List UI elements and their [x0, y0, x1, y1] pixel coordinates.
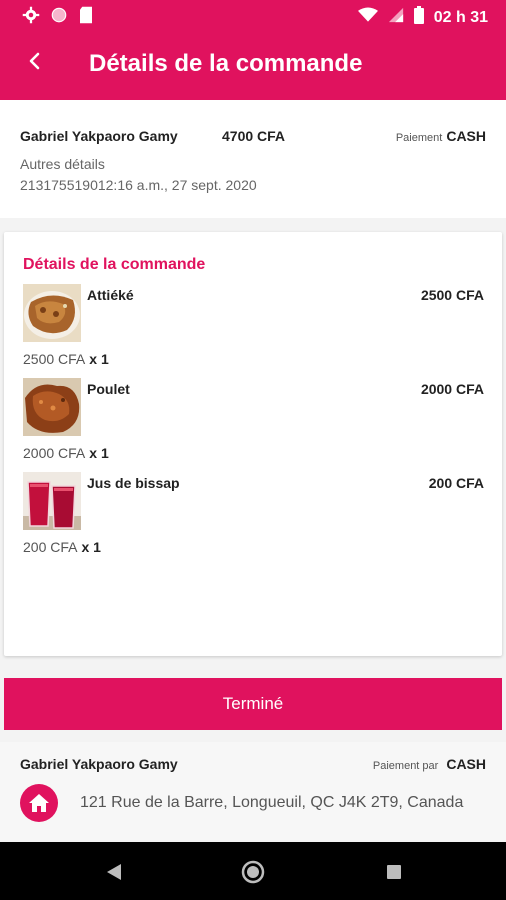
item-qty: x 1 — [89, 351, 109, 367]
item-quantity: 2500 CFA x 1 — [23, 351, 109, 367]
order-id-date: 213175519012:16 a.m., 27 sept. 2020 — [20, 177, 257, 193]
home-icon — [20, 784, 58, 822]
item-unit-price: 2000 CFA — [23, 445, 86, 461]
item-price: 200 CFA — [428, 475, 484, 491]
nav-recents-icon[interactable] — [382, 860, 406, 884]
delivery-info: Gabriel Yakpaoro Gamy Paiement par CASH 1… — [0, 742, 506, 840]
status-bar: 02 h 31 — [0, 0, 506, 30]
wifi-icon — [357, 7, 378, 28]
item-name: Jus de bissap — [87, 475, 180, 491]
item-quantity: 2000 CFA x 1 — [23, 445, 109, 461]
gear-icon — [22, 6, 40, 29]
circle-icon — [50, 6, 68, 29]
signal-icon — [388, 7, 404, 28]
item-name: Attiéké — [87, 287, 134, 303]
list-item: Poulet 2000 CFA 2000 CFA x 1 — [4, 378, 502, 472]
payment-label: Paiement — [395, 132, 443, 144]
item-qty: x 1 — [89, 445, 109, 461]
list-item: Attiéké 2500 CFA 2500 CFA x 1 — [4, 284, 502, 378]
delivery-address: 121 Rue de la Barre, Longueuil, QC J4K 2… — [80, 794, 464, 811]
bissap-image — [23, 472, 81, 530]
delivery-payment: Paiement par CASH — [373, 756, 486, 772]
order-total: 4700 CFA — [222, 128, 286, 144]
status-time: 02 h 31 — [433, 8, 488, 26]
item-qty: x 1 — [81, 539, 101, 555]
attieke-image — [23, 284, 81, 342]
other-details-label: Autres détails — [20, 156, 105, 172]
delivery-payment-value: CASH — [446, 756, 486, 772]
order-summary: Gabriel Yakpaoro Gamy 4700 CFA Paiement C… — [0, 100, 506, 218]
nav-back-icon[interactable] — [102, 860, 126, 884]
done-button[interactable]: Terminé — [4, 678, 502, 730]
item-price: 2500 CFA — [420, 287, 484, 303]
item-name: Poulet — [87, 381, 130, 397]
list-item: Jus de bissap 200 CFA 200 CFA x 1 — [4, 472, 502, 566]
poulet-image — [23, 378, 81, 436]
payment-method: Paiement CASH — [396, 128, 486, 144]
section-title: Détails de la commande — [23, 256, 206, 273]
sd-card-icon — [78, 6, 94, 29]
back-arrow-icon — [27, 52, 43, 75]
back-button[interactable] — [20, 48, 50, 78]
system-nav-bar — [0, 842, 506, 900]
app-bar: Détails de la commande — [0, 30, 506, 100]
payment-value: CASH — [446, 128, 486, 144]
nav-home-icon[interactable] — [241, 860, 265, 884]
customer-name: Gabriel Yakpaoro Gamy — [20, 128, 178, 144]
item-unit-price: 200 CFA — [23, 539, 78, 555]
item-price: 2000 CFA — [420, 381, 484, 397]
order-items-card: Détails de la commande Attiéké 2500 CFA … — [4, 232, 502, 656]
battery-icon — [413, 6, 424, 29]
delivery-name: Gabriel Yakpaoro Gamy — [20, 756, 178, 772]
item-quantity: 200 CFA x 1 — [23, 539, 101, 555]
delivery-payment-label: Paiement par — [372, 760, 439, 772]
item-unit-price: 2500 CFA — [23, 351, 86, 367]
page-title: Détails de la commande — [89, 50, 363, 77]
